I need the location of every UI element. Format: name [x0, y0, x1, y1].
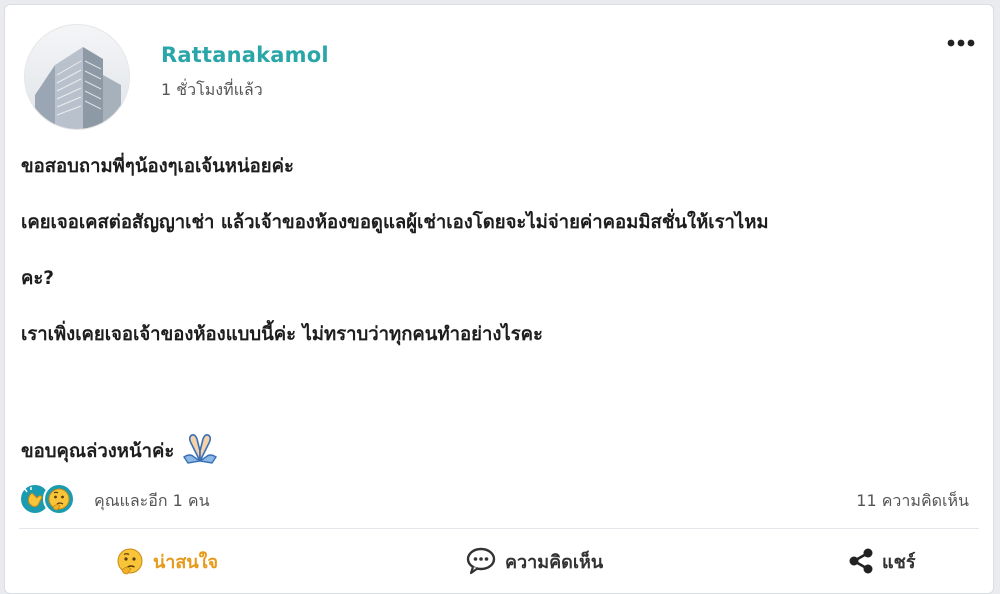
share-icon	[849, 548, 873, 574]
share-label: แชร์	[882, 551, 916, 573]
praying-hands-icon	[176, 431, 224, 465]
post-line: ขอสอบถามพี่ๆน้องๆเอเจ้นหน่อยค่ะ	[21, 156, 294, 177]
interest-label: น่าสนใจ	[153, 551, 219, 573]
thinking-face-icon	[117, 548, 143, 575]
post-card: Rattanakamol 1 ชั่วโมงที่แล้ว ขอสอบถามพี…	[4, 4, 994, 594]
more-options-icon[interactable]	[943, 33, 979, 53]
post-closing: ขอบคุณล่วงหน้าค่ะ	[21, 431, 224, 466]
author-avatar[interactable]	[25, 25, 129, 129]
reaction-summary[interactable]: คุณและอีก 1 คน 11 ความคิดเห็น	[19, 481, 979, 519]
divider	[19, 528, 979, 529]
speech-bubble-icon	[466, 547, 496, 575]
post-line: ขอบคุณล่วงหน้าค่ะ	[21, 441, 175, 462]
comment-button[interactable]: ความคิดเห็น	[465, 537, 603, 585]
post-line: คะ?	[21, 268, 55, 289]
comment-label: ความคิดเห็น	[505, 551, 604, 573]
author-name[interactable]: Rattanakamol	[161, 43, 329, 67]
thinking-face-icon	[43, 483, 75, 515]
post-line: เราเพิ่งเคยเจอเจ้าของห้องแบบนี้ค่ะ ไม่ทร…	[21, 324, 543, 345]
building-photo	[25, 25, 129, 129]
post-line: เคยเจอเคสต่อสัญญาเช่า แล้วเจ้าของห้องขอด…	[21, 212, 769, 233]
post-timestamp: 1 ชั่วโมงที่แล้ว	[161, 80, 263, 99]
interest-button[interactable]: น่าสนใจ	[115, 537, 218, 585]
comment-count[interactable]: 11 ความคิดเห็น	[856, 489, 969, 514]
share-button[interactable]: แชร์	[848, 537, 916, 585]
reaction-label: คุณและอีก 1 คน	[94, 491, 210, 510]
